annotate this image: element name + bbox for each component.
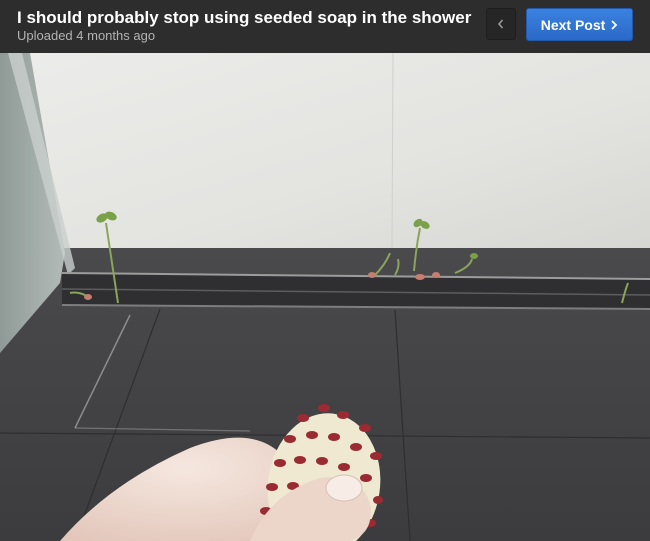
previous-post-button[interactable] [486,8,516,40]
post-title: I should probably stop using seeded soap… [17,8,472,27]
chevron-right-icon [611,19,618,30]
next-post-label: Next Post [540,16,606,33]
post-header: I should probably stop using seeded soap… [0,0,650,53]
next-post-button[interactable]: Next Post [526,8,633,41]
upload-time: Uploaded 4 months ago [17,28,156,43]
chevron-left-icon [497,19,504,29]
post-image [0,53,650,541]
